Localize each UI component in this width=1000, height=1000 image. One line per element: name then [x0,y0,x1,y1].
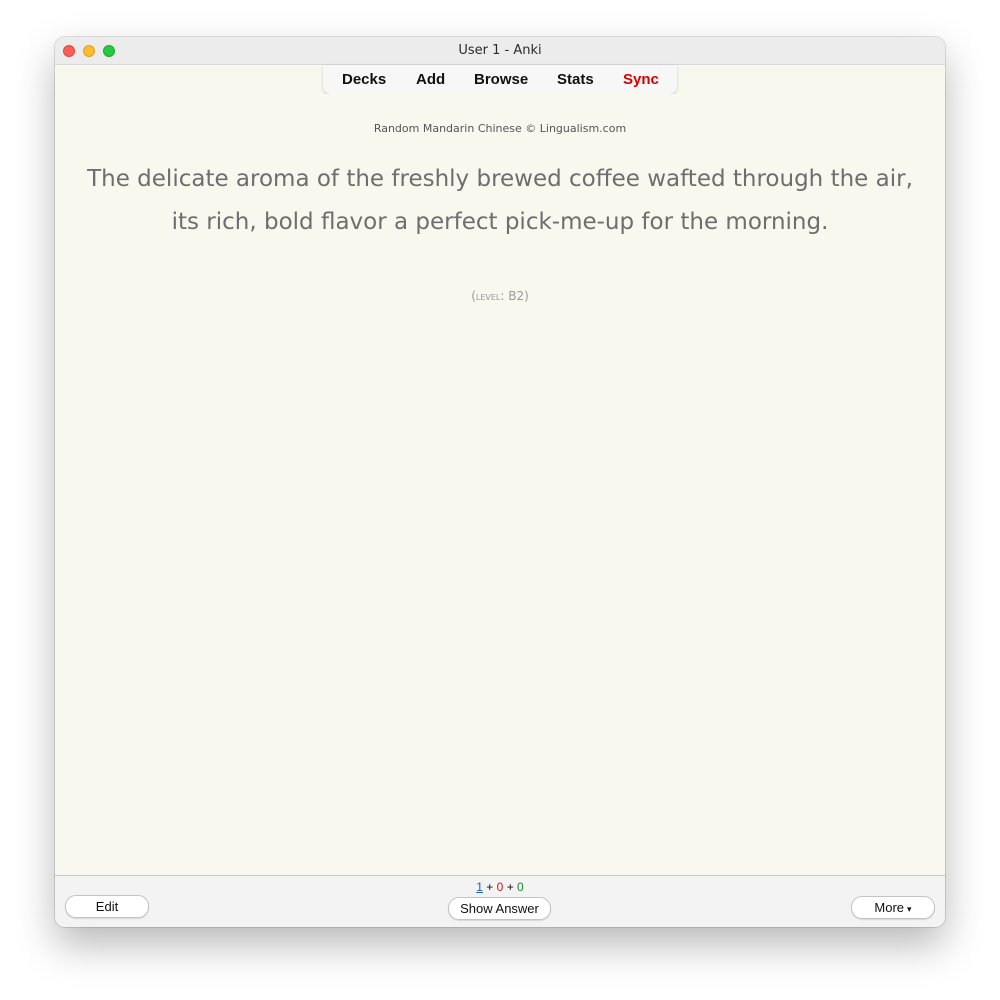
edit-button[interactable]: Edit [65,895,149,918]
more-label: More [874,900,905,915]
learning-count: 0 [496,880,504,894]
card-level: (level: B2) [471,289,529,303]
toolbar-decks-link[interactable]: Decks [342,71,386,88]
level-label: level [475,290,501,303]
count-separator: + [506,880,514,894]
card-attribution: Random Mandarin Chinese © Lingualism.com [373,122,627,135]
window-title: User 1 - Anki [458,43,542,58]
show-answer-button[interactable]: Show Answer [448,897,551,920]
anki-window: User 1 - Anki Decks Add Browse Stats Syn… [55,37,945,927]
more-button[interactable]: More ▾ [851,896,935,919]
count-separator: + [486,880,494,894]
level-value: B2 [508,289,525,303]
chevron-down-icon: ▾ [907,904,912,914]
review-bottom-bar: 1 + 0 + 0 Edit Show Answer More ▾ [55,875,945,927]
due-counts: 1 + 0 + 0 [55,880,945,894]
toolbar-add-link[interactable]: Add [416,71,445,88]
title-bar[interactable]: User 1 - Anki [55,37,945,65]
toolbar-stats-link[interactable]: Stats [557,71,594,88]
new-count: 1 [476,880,483,894]
main-toolbar: Decks Add Browse Stats Sync [323,65,677,94]
card-content: Random Mandarin Chinese © Lingualism.com… [55,94,945,875]
toolbar-sync-link[interactable]: Sync [623,71,659,88]
review-count: 0 [517,880,524,894]
card-question-sentence: The delicate aroma of the freshly brewed… [87,166,913,235]
toolbar-browse-link[interactable]: Browse [474,71,528,88]
